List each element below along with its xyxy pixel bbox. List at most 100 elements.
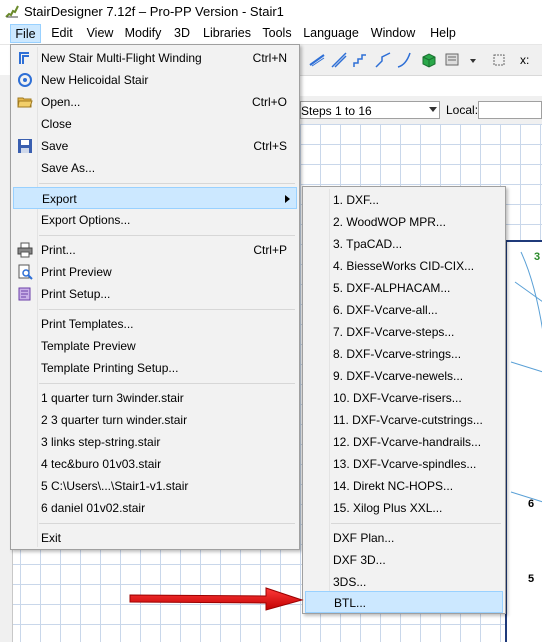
- menu-label: 2. WoodWOP MPR...: [333, 215, 446, 229]
- menu-item-export[interactable]: Export: [13, 187, 297, 209]
- export-item-dxf-3d[interactable]: DXF 3D...: [305, 549, 503, 571]
- menu-label: 5. DXF-ALPHACAM...: [333, 281, 451, 295]
- menu-label: 9. DXF-Vcarve-newels...: [333, 369, 464, 383]
- menu-window[interactable]: Window: [366, 24, 420, 43]
- export-item-vcarve-newels[interactable]: 9. DXF-Vcarve-newels...: [305, 365, 503, 387]
- menu-item-print[interactable]: Print... Ctrl+P: [13, 239, 297, 261]
- menu-label: 3DS...: [333, 575, 367, 589]
- print-layout-icon[interactable]: [444, 51, 462, 69]
- export-item-alphacam[interactable]: 5. DXF-ALPHACAM...: [305, 277, 503, 299]
- export-item-btl[interactable]: BTL...: [305, 591, 503, 613]
- menu-item-template-preview[interactable]: Template Preview: [13, 335, 297, 357]
- file-menu: New Stair Multi-Flight Winding Ctrl+N Ne…: [10, 44, 300, 550]
- menu-item-exit[interactable]: Exit: [13, 527, 297, 549]
- export-item-xilog[interactable]: 15. Xilog Plus XXL...: [305, 497, 503, 519]
- stair-straight-icon[interactable]: [308, 51, 326, 69]
- menu-file[interactable]: File: [10, 24, 41, 43]
- submenu-arrow-icon: [285, 195, 290, 203]
- menu-item-recent-2[interactable]: 2 3 quarter turn winder.stair: [13, 409, 297, 431]
- menu-bar: File Edit View Modify 3D Libraries Tools…: [0, 24, 542, 45]
- menu-label: Print...: [41, 243, 76, 257]
- export-item-tpacad[interactable]: 3. TpaCAD...: [305, 233, 503, 255]
- menu-label: Print Preview: [41, 265, 112, 279]
- stair-curve-icon[interactable]: [396, 51, 414, 69]
- menu-label: 2 3 quarter turn winder.stair: [41, 413, 188, 427]
- menu-label: 1. DXF...: [333, 193, 380, 207]
- menu-help[interactable]: Help: [426, 24, 460, 43]
- export-item-vcarve-steps[interactable]: 7. DXF-Vcarve-steps...: [305, 321, 503, 343]
- select-tool-icon[interactable]: [490, 51, 508, 69]
- steps-combo[interactable]: Steps 1 to 16: [300, 101, 440, 119]
- main-toolbar: x:: [300, 45, 542, 76]
- menu-item-recent-5[interactable]: 5 C:\Users\...\Stair1-v1.stair: [13, 475, 297, 497]
- stair-landing-icon[interactable]: [374, 51, 392, 69]
- export-item-3ds[interactable]: 3DS...: [305, 571, 503, 593]
- menu-tools[interactable]: Tools: [258, 24, 296, 43]
- cube-icon[interactable]: [420, 51, 438, 69]
- menu-label: 4 tec&buro 01v03.stair: [41, 457, 162, 471]
- helicoidal-icon: [18, 73, 32, 87]
- steps-combo-value: Steps 1 to 16: [301, 104, 372, 118]
- menu-label: 3 links step-string.stair: [41, 435, 161, 449]
- menu-label: 11. DXF-Vcarve-cutstrings...: [333, 413, 483, 427]
- menu-item-open[interactable]: Open... Ctrl+O: [13, 91, 297, 113]
- menu-label: Save: [41, 139, 69, 153]
- export-item-vcarve-all[interactable]: 6. DXF-Vcarve-all...: [305, 299, 503, 321]
- x-coordinate-label: x:: [520, 53, 530, 67]
- export-item-dxf[interactable]: 1. DXF...: [305, 189, 503, 211]
- menu-label: New Stair Multi-Flight Winding: [41, 51, 202, 65]
- export-item-dxf-plan[interactable]: DXF Plan...: [305, 527, 503, 549]
- menu-item-recent-1[interactable]: 1 quarter turn 3winder.stair: [13, 387, 297, 409]
- menu-separator: [39, 383, 295, 384]
- stair-drawing-lines: [510, 251, 542, 503]
- menu-label: 8. DXF-Vcarve-strings...: [333, 347, 462, 361]
- menu-item-save-as[interactable]: Save As...: [13, 157, 297, 179]
- export-item-vcarve-risers[interactable]: 10. DXF-Vcarve-risers...: [305, 387, 503, 409]
- menu-item-print-preview[interactable]: Print Preview: [13, 261, 297, 283]
- menu-label: BTL...: [334, 596, 367, 610]
- menu-separator: [39, 523, 295, 524]
- export-item-vcarve-cutstrings[interactable]: 11. DXF-Vcarve-cutstrings...: [305, 409, 503, 431]
- menu-shortcut: Ctrl+N: [252, 51, 287, 65]
- export-item-woodwop[interactable]: 2. WoodWOP MPR...: [305, 211, 503, 233]
- menu-item-recent-3[interactable]: 3 links step-string.stair: [13, 431, 297, 453]
- toolbar-overflow-icon[interactable]: [464, 51, 482, 69]
- menu-item-print-templates[interactable]: Print Templates...: [13, 313, 297, 335]
- menu-shortcut: Ctrl+P: [253, 243, 287, 257]
- menu-modify[interactable]: Modify: [120, 24, 166, 43]
- menu-item-recent-4[interactable]: 4 tec&buro 01v03.stair: [13, 453, 297, 475]
- menu-item-export-options[interactable]: Export Options...: [13, 209, 297, 231]
- menu-3d[interactable]: 3D: [170, 24, 194, 43]
- combo-dropdown-icon[interactable]: [429, 107, 437, 112]
- menu-label: 6 daniel 01v02.stair: [41, 501, 146, 515]
- menu-label: DXF 3D...: [333, 553, 386, 567]
- menu-libraries[interactable]: Libraries: [200, 24, 254, 43]
- menu-separator: [331, 523, 501, 524]
- export-item-vcarve-spindles[interactable]: 13. DXF-Vcarve-spindles...: [305, 453, 503, 475]
- menu-item-template-printing-setup[interactable]: Template Printing Setup...: [13, 357, 297, 379]
- menu-item-recent-6[interactable]: 6 daniel 01v02.stair: [13, 497, 297, 519]
- export-item-biesseworks[interactable]: 4. BiesseWorks CID-CIX...: [305, 255, 503, 277]
- title-bar: StairDesigner 7.12f – Pro-PP Version - S…: [0, 0, 542, 24]
- stair-steps-icon[interactable]: [352, 51, 370, 69]
- menu-item-save[interactable]: Save Ctrl+S: [13, 135, 297, 157]
- menu-item-new-helicoidal[interactable]: New Helicoidal Stair: [13, 69, 297, 91]
- save-disk-icon: [18, 139, 32, 153]
- menu-item-close[interactable]: Close: [13, 113, 297, 135]
- menu-label: Save As...: [41, 161, 96, 175]
- stair-ramp-icon[interactable]: [330, 51, 348, 69]
- menu-item-new-multiflight[interactable]: New Stair Multi-Flight Winding Ctrl+N: [13, 47, 297, 69]
- red-arrow-icon: [129, 587, 304, 611]
- local-combo[interactable]: [478, 101, 542, 119]
- menu-edit[interactable]: Edit: [46, 24, 78, 43]
- menu-view[interactable]: View: [82, 24, 118, 43]
- menu-language[interactable]: Language: [302, 24, 360, 43]
- menu-item-print-setup[interactable]: Print Setup...: [13, 283, 297, 305]
- export-item-vcarve-strings[interactable]: 8. DXF-Vcarve-strings...: [305, 343, 503, 365]
- menu-label: Print Setup...: [41, 287, 111, 301]
- export-item-vcarve-handrails[interactable]: 12. DXF-Vcarve-handrails...: [305, 431, 503, 453]
- menu-label: 6. DXF-Vcarve-all...: [333, 303, 438, 317]
- menu-separator: [39, 183, 295, 184]
- export-item-nc-hops[interactable]: 14. Direkt NC-HOPS...: [305, 475, 503, 497]
- canvas-label-6: 6: [528, 498, 535, 510]
